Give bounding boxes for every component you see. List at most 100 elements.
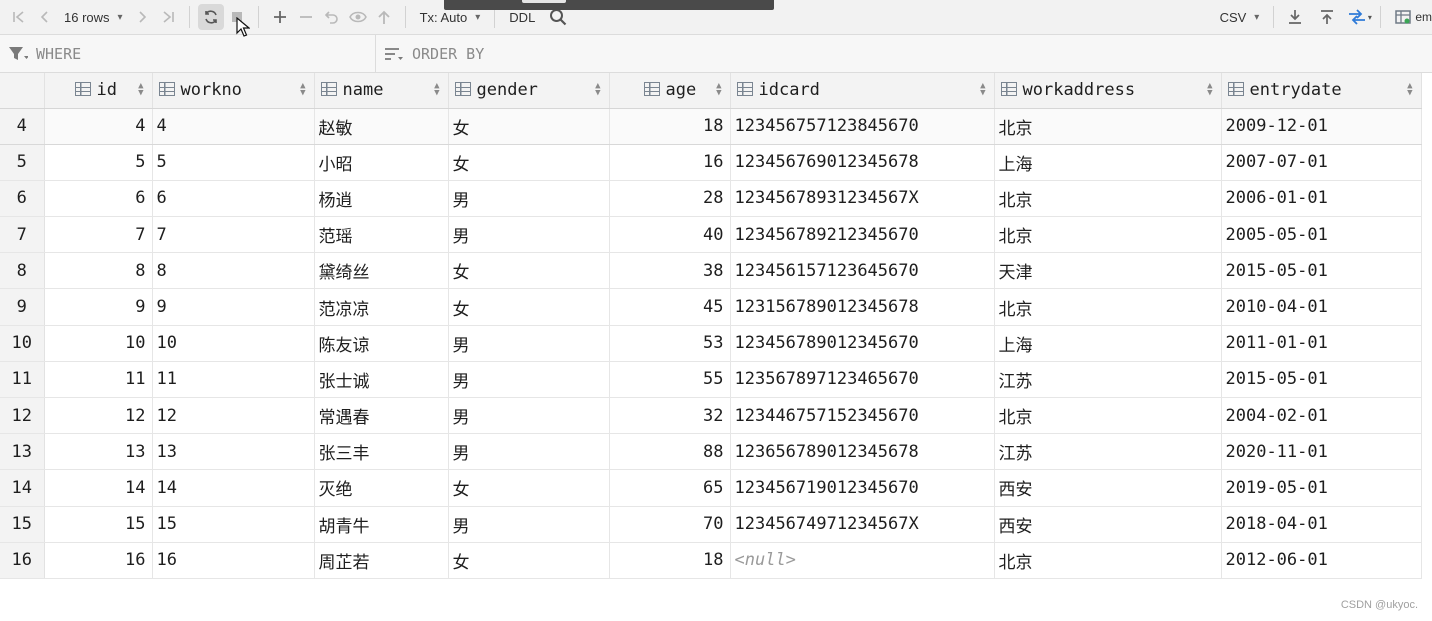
cell-entrydate[interactable]: 2011-01-01: [1221, 325, 1422, 362]
cell-gender[interactable]: 女: [448, 469, 610, 507]
cell-workno[interactable]: 11: [152, 361, 315, 399]
cell-gender[interactable]: 男: [448, 216, 610, 254]
sort-icon[interactable]: ▲ ▼: [434, 82, 439, 98]
cell-age[interactable]: 32: [609, 397, 731, 435]
cell-entrydate[interactable]: 2004-02-01: [1221, 397, 1422, 435]
cell-id[interactable]: 7: [44, 216, 153, 254]
cell-id[interactable]: 11: [44, 361, 153, 399]
cell-entrydate[interactable]: 2020-11-01: [1221, 433, 1422, 471]
table-row[interactable]: 16 16 16 周芷若女 18 <null> 北京 2012-06-01: [0, 542, 1422, 579]
cell-idcard[interactable]: 123446757152345670: [730, 397, 995, 435]
cell-entrydate[interactable]: 2005-05-01: [1221, 216, 1422, 254]
table-row[interactable]: 14 14 14 灭绝女 65 123456719012345670 西安 2019-05-0…: [0, 469, 1422, 507]
cell-workno[interactable]: 8: [152, 252, 315, 290]
column-header-idcard[interactable]: idcard ▲ ▼: [730, 73, 995, 109]
compare-button[interactable]: ▾: [1346, 4, 1372, 30]
row-number-header[interactable]: [0, 73, 45, 109]
cell-id[interactable]: 9: [44, 288, 153, 326]
cell-entrydate[interactable]: 2019-05-01: [1221, 469, 1422, 507]
cell-gender[interactable]: 女: [448, 144, 610, 181]
cell-id[interactable]: 4: [44, 108, 153, 145]
column-header-id[interactable]: id ▲ ▼: [44, 73, 153, 109]
table-row[interactable]: 11 11 11 张士诚男 55 123567897123465670 江苏 2015-05-…: [0, 361, 1422, 399]
column-header-entrydate[interactable]: entrydate ▲ ▼: [1221, 73, 1422, 109]
sort-icon[interactable]: ▲ ▼: [595, 82, 600, 98]
cell-name[interactable]: 周芷若: [314, 542, 449, 579]
cell-workaddress[interactable]: 西安: [994, 469, 1222, 507]
cell-age[interactable]: 65: [609, 469, 731, 507]
cell-idcard[interactable]: 12345678931234567X: [730, 180, 995, 218]
row-number[interactable]: 8: [0, 252, 45, 290]
row-number[interactable]: 10: [0, 325, 45, 362]
cell-idcard[interactable]: <null>: [730, 542, 995, 579]
where-filter-field[interactable]: WHERE: [0, 35, 376, 72]
cell-workaddress[interactable]: 北京: [994, 397, 1222, 435]
cell-workaddress[interactable]: 江苏: [994, 361, 1222, 399]
cell-name[interactable]: 杨逍: [314, 180, 449, 218]
row-number[interactable]: 12: [0, 397, 45, 435]
cell-gender[interactable]: 男: [448, 506, 610, 543]
cell-workaddress[interactable]: 北京: [994, 180, 1222, 218]
cell-name[interactable]: 黛绮丝: [314, 252, 449, 290]
cell-age[interactable]: 18: [609, 542, 731, 579]
table-row[interactable]: 12 12 12 常遇春男 32 123446757152345670 北京 2004-02-…: [0, 397, 1422, 435]
revert-button[interactable]: [319, 4, 345, 30]
row-number[interactable]: 7: [0, 216, 45, 254]
cell-name[interactable]: 灭绝: [314, 469, 449, 507]
cell-idcard[interactable]: 123456757123845670: [730, 108, 995, 145]
row-number[interactable]: 5: [0, 144, 45, 181]
last-page-icon[interactable]: [155, 4, 181, 30]
cell-entrydate[interactable]: 2018-04-01: [1221, 506, 1422, 543]
submit-button[interactable]: [371, 4, 397, 30]
cell-workno[interactable]: 10: [152, 325, 315, 362]
cell-id[interactable]: 14: [44, 469, 153, 507]
row-number[interactable]: 6: [0, 180, 45, 218]
cell-idcard[interactable]: 123156789012345678: [730, 288, 995, 326]
column-header-name[interactable]: name ▲ ▼: [314, 73, 449, 109]
cell-gender[interactable]: 女: [448, 252, 610, 290]
cell-gender[interactable]: 男: [448, 361, 610, 399]
cell-workaddress[interactable]: 北京: [994, 108, 1222, 145]
cell-id[interactable]: 8: [44, 252, 153, 290]
cell-workno[interactable]: 12: [152, 397, 315, 435]
cell-workno[interactable]: 7: [152, 216, 315, 254]
table-row[interactable]: 9 9 9 范凉凉女 45 123156789012345678 北京 2010-04-01: [0, 288, 1422, 326]
sort-icon[interactable]: ▲ ▼: [300, 82, 305, 98]
cell-entrydate[interactable]: 2010-04-01: [1221, 288, 1422, 326]
cell-idcard[interactable]: 123456769012345678: [730, 144, 995, 181]
cell-age[interactable]: 55: [609, 361, 731, 399]
sort-icon[interactable]: ▲ ▼: [1407, 82, 1412, 98]
column-header-workaddress[interactable]: workaddress ▲ ▼: [994, 73, 1222, 109]
cell-name[interactable]: 陈友谅: [314, 325, 449, 362]
table-row[interactable]: 4 4 4 赵敏女 18 123456757123845670 北京 2009-12-01: [0, 108, 1422, 145]
ddl-button[interactable]: DDL: [503, 10, 541, 25]
cell-name[interactable]: 小昭: [314, 144, 449, 181]
cell-age[interactable]: 53: [609, 325, 731, 362]
cell-age[interactable]: 16: [609, 144, 731, 181]
cell-id[interactable]: 10: [44, 325, 153, 362]
first-page-icon[interactable]: [6, 4, 32, 30]
cell-workno[interactable]: 16: [152, 542, 315, 579]
export-button[interactable]: [1282, 4, 1308, 30]
cell-name[interactable]: 赵敏: [314, 108, 449, 145]
cell-entrydate[interactable]: 2015-05-01: [1221, 252, 1422, 290]
cell-name[interactable]: 胡青牛: [314, 506, 449, 543]
cell-age[interactable]: 45: [609, 288, 731, 326]
cell-workaddress[interactable]: 上海: [994, 144, 1222, 181]
cell-age[interactable]: 70: [609, 506, 731, 543]
row-number[interactable]: 4: [0, 108, 45, 145]
cell-age[interactable]: 28: [609, 180, 731, 218]
row-number[interactable]: 14: [0, 469, 45, 507]
table-row[interactable]: 5 5 5 小昭女 16 123456769012345678 上海 2007-07-01: [0, 144, 1422, 181]
cell-name[interactable]: 常遇春: [314, 397, 449, 435]
table-selector[interactable]: em: [1389, 10, 1432, 24]
cell-entrydate[interactable]: 2009-12-01: [1221, 108, 1422, 145]
cell-age[interactable]: 88: [609, 433, 731, 471]
cell-idcard[interactable]: 123456789212345670: [730, 216, 995, 254]
cell-entrydate[interactable]: 2006-01-01: [1221, 180, 1422, 218]
export-format-select[interactable]: CSV ▾: [1214, 10, 1266, 25]
previous-page-icon[interactable]: [32, 4, 58, 30]
cell-name[interactable]: 张三丰: [314, 433, 449, 471]
delete-row-button[interactable]: [293, 4, 319, 30]
sort-icon[interactable]: ▲ ▼: [716, 82, 721, 98]
